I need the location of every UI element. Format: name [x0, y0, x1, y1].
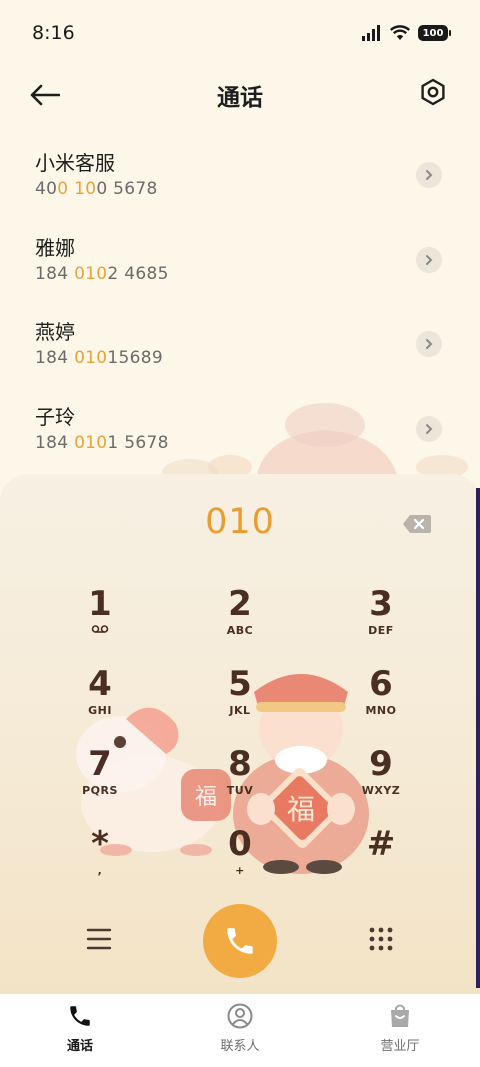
keypad-grid-icon	[369, 927, 393, 951]
status-icons: 100	[362, 25, 451, 41]
key-8[interactable]: 8 TUV	[180, 744, 300, 814]
nav-label: 联系人	[220, 1039, 260, 1054]
battery-icon: 100	[418, 25, 451, 41]
contact-detail-button[interactable]	[416, 246, 442, 273]
contact-item[interactable]: 子玲 184 0101 5678	[0, 388, 480, 473]
signal-icon	[362, 25, 380, 41]
nav-item-calls[interactable]: 通话	[0, 994, 160, 1067]
contact-list: 小米客服 400 100 5678 雅娜 184 0102 4685 燕婷 18…	[0, 134, 480, 472]
key-0[interactable]: 0 +	[180, 824, 300, 894]
nav-item-contacts[interactable]: 联系人	[160, 994, 320, 1067]
keypad-toggle-button[interactable]	[368, 926, 394, 952]
contact-name: 雅娜	[35, 235, 75, 260]
contact-detail-button[interactable]	[416, 415, 442, 442]
contact-item[interactable]: 雅娜 184 0102 4685	[0, 219, 480, 304]
key-9[interactable]: 9 WXYZ	[321, 744, 441, 814]
settings-icon	[421, 78, 445, 106]
contact-name: 子玲	[35, 404, 75, 429]
chevron-right-icon	[426, 339, 433, 349]
nav-label: 通话	[66, 1039, 93, 1054]
contact-detail-button[interactable]	[416, 331, 442, 357]
contacts-icon	[226, 1002, 254, 1030]
contact-name: 燕婷	[35, 320, 75, 344]
key-star[interactable]: * ,	[40, 824, 160, 894]
contact-item[interactable]: 燕婷 184 01015689	[0, 303, 480, 388]
header: 通话	[0, 66, 480, 124]
contact-name: 小米客服	[35, 151, 115, 175]
contact-detail-button[interactable]	[416, 162, 442, 188]
voicemail-icon	[40, 624, 160, 638]
call-button[interactable]	[203, 904, 277, 978]
menu-icon	[86, 928, 112, 950]
dialpad-actions	[0, 904, 480, 984]
contact-item[interactable]: 小米客服 400 100 5678	[0, 134, 480, 219]
phone-icon	[66, 1002, 94, 1030]
key-5[interactable]: 5 JKL	[180, 664, 300, 734]
back-button[interactable]	[30, 79, 64, 111]
contact-number: 184 0101 5678	[35, 432, 169, 453]
key-1[interactable]: 1	[40, 584, 160, 654]
settings-button[interactable]	[418, 77, 450, 109]
chevron-right-icon	[426, 254, 433, 265]
chevron-right-icon	[426, 423, 433, 434]
nav-item-service-hall[interactable]: 营业厅	[320, 994, 480, 1067]
key-6[interactable]: 6 MNO	[321, 664, 441, 734]
key-4[interactable]: 4 GHI	[40, 664, 160, 734]
key-7[interactable]: 7 PQRS	[40, 744, 160, 814]
contact-number: 184 01015689	[35, 348, 164, 368]
key-2[interactable]: 2 ABC	[180, 584, 300, 654]
battery-level: 100	[422, 27, 444, 39]
status-time: 8:16	[32, 22, 75, 44]
shopping-bag-icon	[386, 1002, 414, 1030]
bottom-nav: 通话 联系人 营业厅	[0, 994, 480, 1067]
contact-number: 184 0102 4685	[35, 263, 169, 284]
chevron-right-icon	[426, 170, 433, 180]
nav-label: 营业厅	[380, 1039, 420, 1054]
key-3[interactable]: 3 DEF	[321, 584, 441, 654]
phone-icon	[227, 928, 253, 954]
status-bar: 8:16 100	[0, 0, 480, 66]
page-title: 通话	[217, 85, 263, 111]
dialpad-panel: 010 福 福 1 2 ABC 3 DEF 4 GHI 5 JKL 6 MNO …	[0, 474, 480, 994]
backspace-button[interactable]	[402, 514, 432, 534]
back-arrow-icon	[30, 84, 60, 106]
backspace-icon	[403, 515, 431, 533]
menu-button[interactable]	[86, 927, 112, 951]
window-edge	[476, 488, 480, 988]
wifi-icon	[390, 25, 410, 40]
key-hash[interactable]: #	[321, 824, 441, 894]
contact-number: 400 100 5678	[35, 179, 158, 199]
